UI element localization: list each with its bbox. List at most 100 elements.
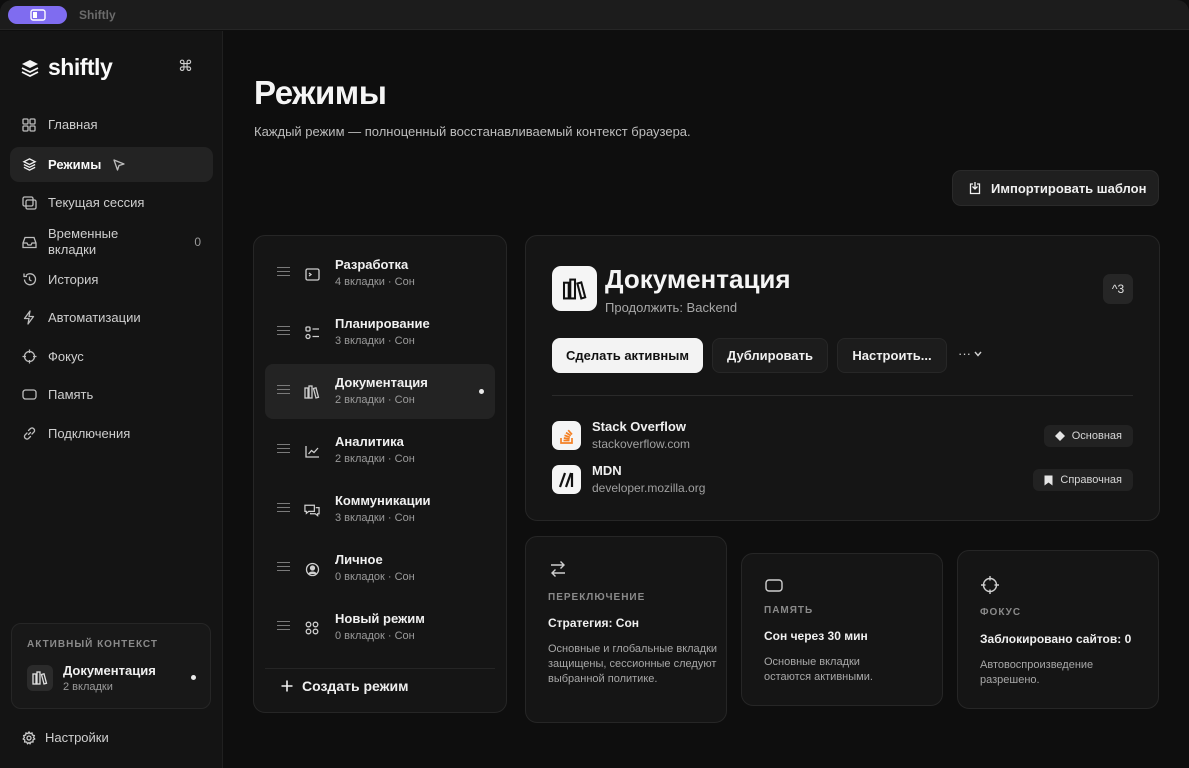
sidebar-item-history[interactable]: История xyxy=(10,262,213,297)
mode-detail: Документация Продолжить: Backend ^3 Сдел… xyxy=(525,235,1160,521)
site-item[interactable]: MDN developer.mozilla.org Справочная xyxy=(552,463,1133,497)
sidebar-item-automations[interactable]: Автоматизации xyxy=(10,300,213,335)
import-icon xyxy=(969,182,981,195)
bolt-icon xyxy=(21,310,37,326)
mode-item-new[interactable]: Новый режим 0 вкладок · Сон xyxy=(265,600,495,655)
active-context-title: Документация xyxy=(63,663,156,678)
card-label: ПЕРЕКЛЮЧЕНИЕ xyxy=(548,592,646,603)
sidebar-item-label: Автоматизации xyxy=(48,310,141,325)
mode-item-development[interactable]: Разработка 4 вкладки · Сон xyxy=(265,246,495,301)
crosshair-icon xyxy=(981,576,999,594)
stackoverflow-icon xyxy=(552,421,581,450)
mode-name: Разработка xyxy=(335,257,409,272)
active-context-card[interactable]: АКТИВНЫЙ КОНТЕКСТ Документация 2 вкладки xyxy=(11,623,211,709)
create-mode-label: Создать режим xyxy=(302,678,409,694)
card-text: Основные вкладки остаются активными. xyxy=(764,656,873,683)
settings-label: Настройки xyxy=(45,730,109,745)
link-icon xyxy=(21,426,37,442)
drag-handle-icon[interactable] xyxy=(277,267,290,277)
mode-meta: 3 вкладки · Сон xyxy=(335,512,415,524)
active-dot xyxy=(479,389,484,394)
focus-card: ФОКУС Заблокировано сайтов: 0 Автовоспро… xyxy=(957,550,1159,709)
command-palette-button[interactable]: ⌘ xyxy=(178,57,193,75)
card-title: Заблокировано сайтов: 0 xyxy=(980,632,1132,646)
sidebar-item-current-session[interactable]: Текущая сессия xyxy=(10,185,213,220)
grid-icon xyxy=(21,117,37,133)
switching-card: ПЕРЕКЛЮЧЕНИЕ Стратегия: Сон Основные и г… xyxy=(525,536,727,723)
sidebar: shiftly ⌘ Главная Режимы Текущая сессия … xyxy=(0,31,223,768)
memory-icon xyxy=(21,387,37,403)
more-menu-button[interactable]: ··· xyxy=(958,346,982,361)
books-icon xyxy=(552,266,597,311)
site-role-badge[interactable]: Справочная xyxy=(1033,469,1133,491)
swap-icon xyxy=(551,561,565,577)
mode-item-documentation[interactable]: Документация 2 вкладки · Сон xyxy=(265,364,495,419)
mode-item-analytics[interactable]: Аналитика 2 вкладки · Сон xyxy=(265,423,495,478)
divider xyxy=(552,395,1133,396)
bookmark-icon xyxy=(1044,475,1053,485)
drag-handle-icon[interactable] xyxy=(277,503,290,513)
mode-item-communications[interactable]: Коммуникации 3 вкладки · Сон xyxy=(265,482,495,537)
sidebar-item-memory[interactable]: Память xyxy=(10,377,213,412)
mode-name: Коммуникации xyxy=(335,493,431,508)
site-name: Stack Overflow xyxy=(592,419,686,434)
sidebar-item-home[interactable]: Главная xyxy=(10,107,213,142)
sidebar-item-label: Режимы xyxy=(48,157,102,172)
drag-handle-icon[interactable] xyxy=(277,621,290,631)
mode-name: Личное xyxy=(335,552,383,567)
sidebar-item-temp-tabs[interactable]: Временные вкладки 0 xyxy=(10,223,213,261)
diamond-icon xyxy=(1054,431,1065,441)
sidebar-item-label: Фокус xyxy=(48,349,84,364)
gear-icon xyxy=(22,730,36,745)
mode-meta: 3 вкладки · Сон xyxy=(335,335,415,347)
make-active-button[interactable]: Сделать активным xyxy=(552,338,703,373)
card-text: Основные и глобальные вкладки защищены, … xyxy=(548,643,718,685)
chart-icon xyxy=(304,443,320,459)
card-title: Сон через 30 мин xyxy=(764,629,868,643)
drag-handle-icon[interactable] xyxy=(277,444,290,454)
mode-meta: 4 вкладки · Сон xyxy=(335,276,415,288)
sidebar-item-focus[interactable]: Фокус xyxy=(10,339,213,374)
mode-name: Аналитика xyxy=(335,434,404,449)
drag-handle-icon[interactable] xyxy=(277,326,290,336)
plus-icon xyxy=(281,680,293,692)
windows-icon xyxy=(21,195,37,211)
import-template-button[interactable]: Импортировать шаблон xyxy=(952,170,1159,206)
page-subtitle: Каждый режим — полноценный восстанавлива… xyxy=(254,124,691,139)
card-text: Автовоспроизведение разрешено. xyxy=(980,659,1094,686)
apps-icon xyxy=(304,620,320,636)
mode-detail-subtitle: Продолжить: Backend xyxy=(605,300,738,315)
terminal-icon xyxy=(304,266,320,282)
logo[interactable]: shiftly xyxy=(20,54,113,81)
mode-name: Документация xyxy=(335,375,428,390)
drag-handle-icon[interactable] xyxy=(277,562,290,572)
drag-handle-icon[interactable] xyxy=(277,385,290,395)
site-role-badge[interactable]: Основная xyxy=(1043,425,1133,447)
books-icon xyxy=(304,384,320,400)
more-label: ··· xyxy=(958,346,971,361)
sidebar-item-modes[interactable]: Режимы xyxy=(10,147,213,182)
sidebar-item-connections[interactable]: Подключения xyxy=(10,416,213,451)
site-role-label: Справочная xyxy=(1060,474,1122,486)
duplicate-button[interactable]: Дублировать xyxy=(712,338,828,373)
mdn-icon xyxy=(552,465,581,494)
history-icon xyxy=(21,272,37,288)
site-item[interactable]: Stack Overflow stackoverflow.com Основна… xyxy=(552,419,1133,453)
settings-button[interactable]: Настройки xyxy=(22,730,109,745)
sidebar-item-label: История xyxy=(48,272,99,287)
crosshair-icon xyxy=(21,349,37,365)
configure-button[interactable]: Настроить... xyxy=(837,338,947,373)
window-title: Shiftly xyxy=(79,8,116,22)
mode-item-personal[interactable]: Личное 0 вкладок · Сон xyxy=(265,541,495,596)
mode-detail-title: Документация xyxy=(605,264,791,294)
cursor-icon xyxy=(113,158,125,171)
sidebar-item-label: Текущая сессия xyxy=(48,195,145,210)
mode-item-planning[interactable]: Планирование 3 вкладки · Сон xyxy=(265,305,495,360)
sidebar-toggle-button[interactable] xyxy=(8,6,67,24)
mode-shortcut-badge: ^3 xyxy=(1103,274,1133,304)
site-name: MDN xyxy=(592,463,622,478)
tray-icon xyxy=(21,234,37,250)
checklist-icon xyxy=(304,325,320,341)
create-mode-button[interactable]: Создать режим xyxy=(265,668,495,703)
site-role-label: Основная xyxy=(1071,430,1122,442)
